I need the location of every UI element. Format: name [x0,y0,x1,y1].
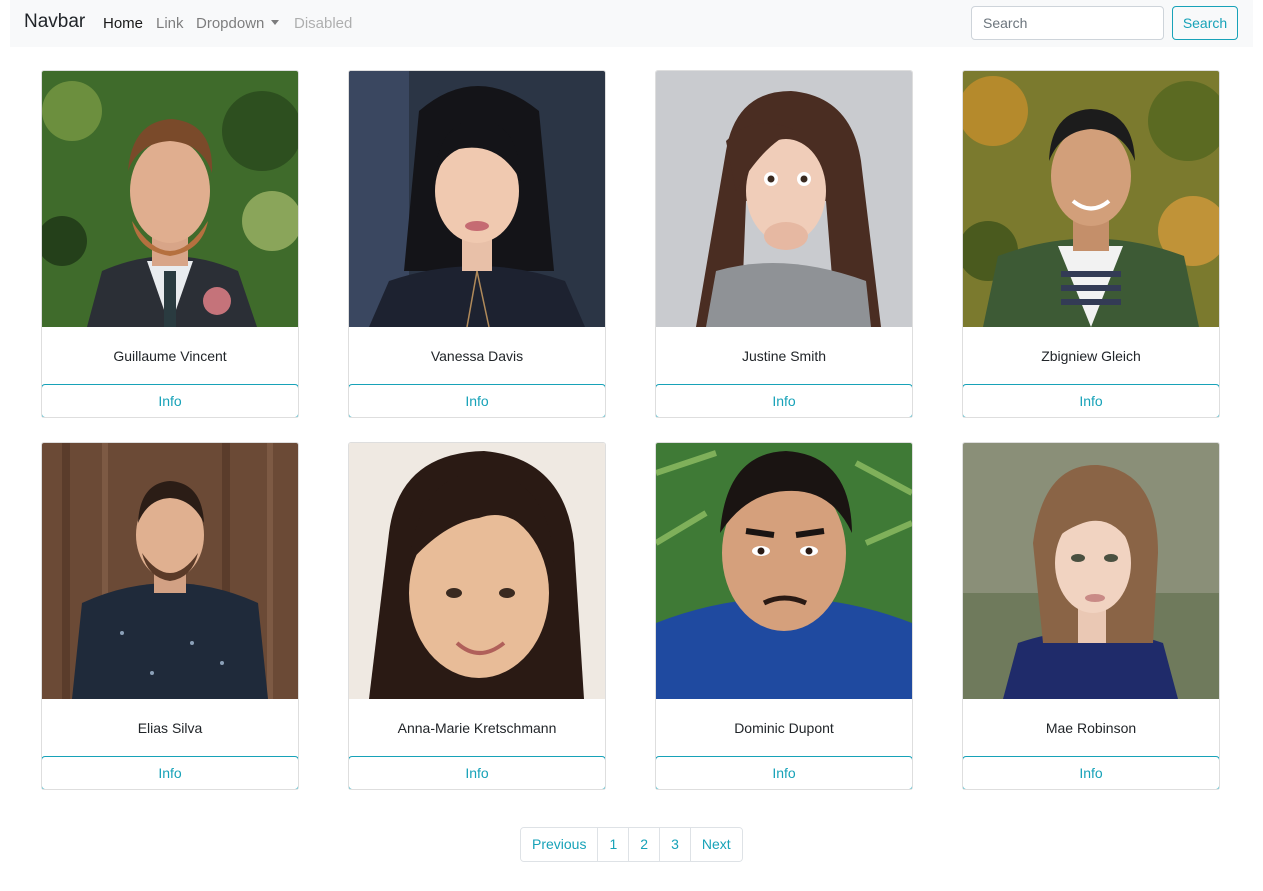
info-button[interactable]: Info [963,756,1219,789]
profile-photo [963,443,1219,699]
info-button[interactable]: Info [42,384,298,417]
profile-photo [42,71,298,327]
pagination: Previous 1 2 3 Next [520,827,743,862]
caret-down-icon [271,20,280,25]
profile-photo [656,443,912,699]
navbar: Navbar Home Link Dropdown Disabled Searc… [10,0,1253,47]
nav-link-disabled: Disabled [294,15,353,32]
nav-link-link[interactable]: Link [156,15,184,32]
nav-dropdown[interactable]: Dropdown [196,15,280,32]
profile-card: Dominic Dupont Info [655,442,913,790]
profile-card: Zbigniew Gleich Info [962,70,1220,418]
profile-card: Guillaume Vincent Info [41,70,299,418]
profile-name: Justine Smith [741,348,827,364]
profile-name: Mae Robinson [1045,720,1137,736]
profile-card: Anna-Marie Kretschmann Info [348,442,606,790]
profile-photo [349,443,605,699]
pagination-previous[interactable]: Previous [521,828,598,861]
profile-card: Justine Smith Info [655,70,913,418]
profile-photo [963,71,1219,327]
profile-photo [42,443,298,699]
profile-card: Vanessa Davis Info [348,70,606,418]
info-button[interactable]: Info [656,756,912,789]
nav-link-home[interactable]: Home [103,15,143,32]
profile-name: Elias Silva [137,720,203,736]
profile-card: Elias Silva Info [41,442,299,790]
info-button[interactable]: Info [963,384,1219,417]
info-button[interactable]: Info [656,384,912,417]
profile-photo [349,71,605,327]
info-button[interactable]: Info [349,384,605,417]
pagination-page-3[interactable]: 3 [659,828,690,861]
search-input[interactable] [971,6,1164,40]
profile-name: Anna-Marie Kretschmann [397,720,557,736]
pagination-page-2[interactable]: 2 [628,828,660,861]
profile-card: Mae Robinson Info [962,442,1220,790]
search-button[interactable]: Search [1172,6,1238,40]
profile-name: Dominic Dupont [734,720,834,736]
nav-dropdown-label: Dropdown [196,15,265,32]
navbar-brand[interactable]: Navbar [24,11,85,33]
info-button[interactable]: Info [349,756,605,789]
profile-name: Vanessa Davis [430,348,524,364]
profile-photo [656,71,912,327]
pagination-next[interactable]: Next [689,828,742,861]
profile-name: Zbigniew Gleich [1041,348,1141,364]
pagination-page-1[interactable]: 1 [597,828,629,861]
profile-name: Guillaume Vincent [113,348,227,364]
info-button[interactable]: Info [42,756,298,789]
